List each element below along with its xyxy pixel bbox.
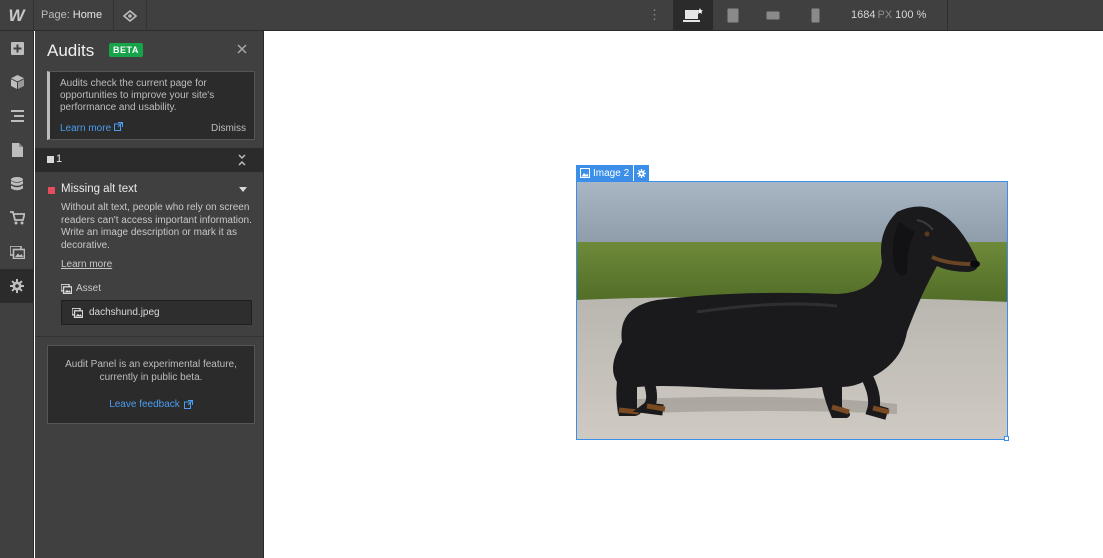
issue-title[interactable]: Missing alt text (61, 183, 137, 195)
collapse-icon[interactable] (237, 153, 247, 167)
database-icon (11, 177, 23, 191)
toolbar-divider (947, 0, 948, 31)
pages-button[interactable] (0, 133, 34, 167)
audits-intro-notice: Audits check the current page for opport… (47, 71, 255, 140)
asset-icon (61, 283, 72, 294)
left-toolbar (0, 31, 34, 558)
zoom-level: 100 % (895, 9, 927, 21)
ecommerce-button[interactable] (0, 201, 34, 235)
audits-panel: Audits BETA Audits check the current pag… (35, 31, 264, 558)
asset-filename: dachshund.jpeg (89, 307, 160, 318)
navigator-button[interactable] (0, 99, 34, 133)
issue-count: 1 (56, 153, 63, 165)
add-panel-button[interactable] (0, 31, 34, 65)
gear-icon (637, 168, 647, 178)
page-name: Home (72, 9, 103, 21)
page-icon (11, 143, 23, 157)
beta-feedback-box: Audit Panel is an experimental feature, … (47, 345, 255, 424)
desktop-base-breakpoint-button[interactable] (673, 0, 713, 31)
tablet-icon (727, 8, 739, 23)
width-unit: PX (877, 9, 893, 21)
external-link-icon (183, 400, 193, 409)
asset-file-link[interactable]: dachshund.jpeg (61, 300, 252, 325)
webflow-logo[interactable]: W (0, 0, 34, 31)
leave-feedback-link[interactable]: Leave feedback (48, 399, 254, 410)
desktop-star-icon (683, 7, 703, 22)
feedback-text: Audit Panel is an experimental feature, … (65, 359, 237, 383)
width-value: 1684 (851, 9, 876, 21)
dachshund-image[interactable] (576, 181, 1008, 440)
audit-group-header[interactable]: 1 (35, 148, 263, 172)
page-selector[interactable]: Page: Home (41, 9, 102, 21)
external-link-icon (113, 122, 123, 131)
page-prefix: Page: (41, 9, 70, 21)
settings-button[interactable] (0, 269, 34, 303)
mobile-landscape-breakpoint-button[interactable] (753, 0, 793, 31)
dachshund-photo (577, 182, 1007, 439)
beta-badge: BETA (109, 43, 143, 57)
cms-button[interactable] (0, 167, 34, 201)
issue-description: Without alt text, people who rely on scr… (61, 202, 252, 251)
tablet-breakpoint-button[interactable] (713, 0, 753, 31)
image-icon (580, 168, 590, 178)
more-options-icon[interactable]: ⋮ (648, 7, 661, 23)
leave-feedback-label: Leave feedback (109, 399, 180, 410)
eye-icon (123, 9, 137, 22)
canvas-width-readout: 1684 PX 100 % (851, 9, 926, 21)
mobile-portrait-breakpoint-button[interactable] (795, 0, 835, 31)
panel-title: Audits (47, 41, 95, 60)
resize-handle[interactable] (1004, 436, 1009, 441)
images-icon (9, 245, 25, 259)
cart-icon (9, 211, 25, 225)
selected-element-tag[interactable]: Image 2 (576, 165, 650, 181)
learn-more-label: Learn more (60, 123, 112, 134)
assets-button[interactable] (0, 235, 34, 269)
asset-label: Asset (61, 283, 101, 294)
issue-learn-more-link[interactable]: Learn more (61, 259, 112, 270)
navigator-icon (10, 110, 24, 122)
phone-portrait-icon (811, 8, 819, 23)
error-indicator (48, 187, 55, 194)
element-label[interactable]: Image 2 (576, 165, 634, 181)
element-settings-button[interactable] (634, 165, 650, 181)
plus-square-icon (10, 41, 24, 55)
phone-landscape-icon (766, 11, 780, 20)
asset-label-text: Asset (76, 283, 102, 294)
audit-issue: Missing alt text Without alt text, peopl… (35, 172, 263, 337)
panel-header: Audits BETA (35, 31, 263, 69)
chevron-down-icon[interactable] (239, 187, 247, 192)
top-bar: W Page: Home ⋮ 1684 PX 100 % (0, 0, 1103, 31)
close-icon[interactable] (235, 42, 249, 56)
learn-more-link[interactable]: Learn more (60, 122, 123, 134)
group-indicator (47, 156, 54, 163)
cube-icon (10, 75, 24, 89)
gear-icon (10, 279, 24, 293)
element-label-text: Image 2 (593, 167, 630, 179)
components-button[interactable] (0, 65, 34, 99)
preview-button[interactable] (113, 0, 147, 31)
dismiss-button[interactable]: Dismiss (211, 123, 246, 134)
intro-text: Audits check the current page for opport… (60, 78, 215, 113)
image-file-icon (72, 307, 83, 318)
